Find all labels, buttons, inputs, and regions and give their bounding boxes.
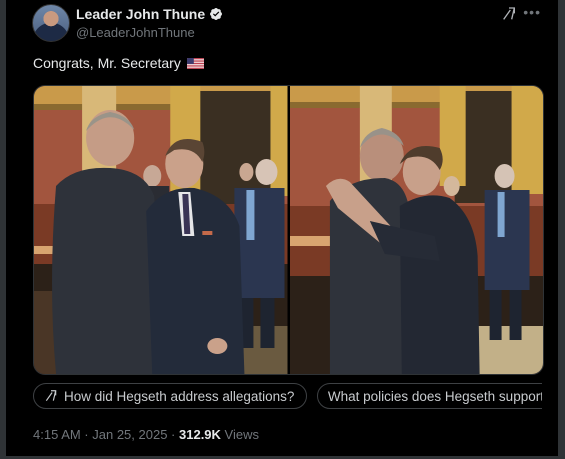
- post-text: Congrats, Mr. Secretary: [33, 55, 204, 71]
- suggestion-chip[interactable]: What policies does Hegseth support?: [316, 383, 542, 409]
- grok-icon[interactable]: [501, 6, 517, 22]
- post-meta: 4:15 AM · Jan 25, 2025 · 312.9K Views: [33, 427, 259, 442]
- photo-2[interactable]: [289, 86, 543, 374]
- verified-badge-icon[interactable]: [209, 7, 223, 21]
- media-grid[interactable]: [33, 85, 544, 375]
- window-border-left: [0, 0, 6, 459]
- meta-separator: ·: [167, 427, 179, 442]
- post-header: Leader John Thune @LeaderJohnThune •••: [32, 4, 543, 44]
- views-count: 312.9K: [179, 427, 221, 442]
- us-flag-icon: [186, 57, 204, 69]
- suggestion-label: How did Hegseth address allegations?: [64, 388, 295, 404]
- photo-1[interactable]: [34, 86, 288, 374]
- author-name-row: Leader John Thune: [76, 6, 223, 22]
- post-text-body: Congrats, Mr. Secretary: [33, 55, 181, 71]
- window-border-right: [558, 0, 565, 459]
- author-display-name[interactable]: Leader John Thune: [76, 6, 205, 22]
- grok-icon: [45, 390, 57, 402]
- views-label: Views: [224, 427, 259, 442]
- more-options-icon[interactable]: •••: [523, 4, 541, 20]
- post-timestamp[interactable]: 4:15 AM · Jan 25, 2025: [33, 427, 167, 442]
- suggestion-chip[interactable]: How did Hegseth address allegations?: [33, 383, 308, 409]
- grok-suggestions: How did Hegseth address allegations? Wha…: [33, 383, 542, 411]
- avatar[interactable]: [32, 4, 70, 42]
- author-handle[interactable]: @LeaderJohnThune: [76, 25, 195, 40]
- suggestion-label: What policies does Hegseth support?: [327, 388, 542, 404]
